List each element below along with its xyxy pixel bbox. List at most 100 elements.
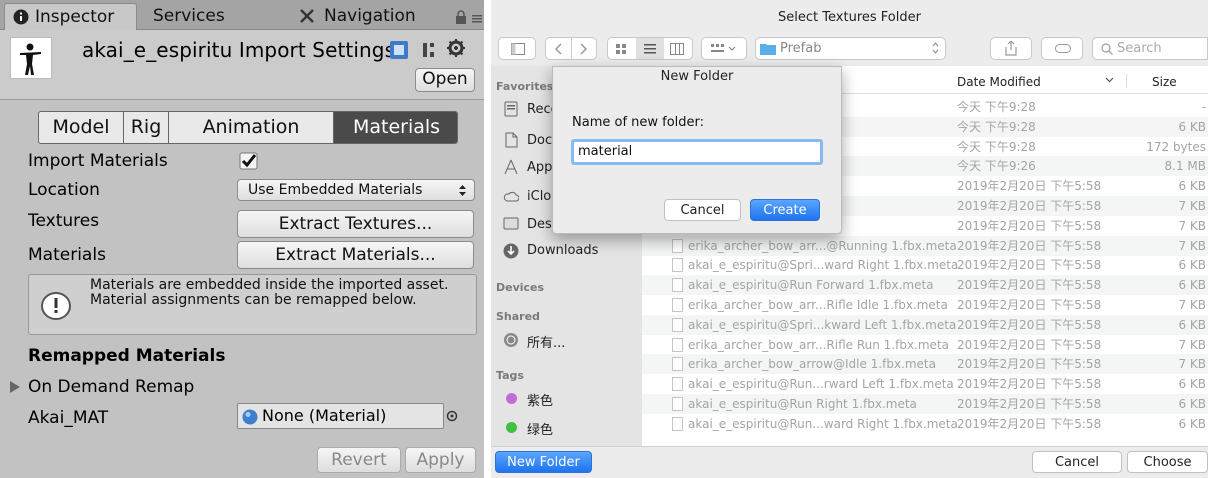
sidebar-item-label: 绿色 (527, 423, 554, 438)
info-icon (13, 9, 29, 25)
import-settings-tabs: Model Rig Animation Materials (38, 111, 458, 144)
file-date: 2019年2月20日 下午5:58 (957, 298, 1102, 312)
lock-icon[interactable] (455, 10, 467, 24)
open-button[interactable]: Open (415, 68, 475, 92)
back-icon[interactable] (554, 43, 562, 55)
panel-menu-icon[interactable] (470, 12, 482, 24)
applications-icon (503, 159, 519, 175)
file-row[interactable]: akai_e_espiritu@Run Forward 1.fbx.meta 20… (642, 275, 1208, 295)
group-by-button[interactable] (701, 37, 747, 60)
tab-materials[interactable]: Materials (334, 112, 457, 143)
tab-rig[interactable]: Rig (124, 112, 169, 143)
warning-icon (40, 291, 72, 321)
file-row[interactable]: akai_e_espiritu@Run...ward Right 1.fbx.m… (642, 414, 1208, 434)
file-date: 2019年2月20日 下午5:58 (957, 357, 1102, 371)
file-icon (672, 417, 683, 431)
sidebar-item-label: Doc (527, 133, 553, 148)
materials-label: Materials (28, 245, 106, 265)
search-field[interactable]: Search (1092, 37, 1208, 60)
folder-name-input[interactable]: material (571, 139, 823, 165)
location-popup[interactable]: Prefab (755, 37, 946, 60)
file-size: 7 KB (1178, 199, 1206, 213)
location-dropdown[interactable]: Use Embedded Materials (237, 179, 475, 201)
file-row[interactable]: erika_archer_bow_arr...@Running 1.fbx.me… (642, 236, 1208, 256)
file-size: 6 KB (1178, 417, 1206, 431)
popup-arrows-icon (932, 42, 939, 54)
share-button[interactable] (990, 37, 1032, 60)
list-view-icon[interactable] (636, 38, 664, 59)
file-name: erika_archer_bow_arr...@Running 1.fbx.me… (688, 239, 957, 253)
revert-button[interactable]: Revert (317, 447, 401, 473)
extract-materials-button[interactable]: Extract Materials... (237, 241, 474, 269)
file-row[interactable]: akai_e_espiritu@Spri...ward Right 1.fbx.… (642, 255, 1208, 275)
file-size: - (1201, 100, 1206, 114)
file-icon (672, 357, 683, 371)
file-size: 7 KB (1178, 338, 1206, 352)
extract-textures-button[interactable]: Extract Textures... (237, 210, 474, 238)
preset-icon[interactable] (421, 40, 441, 60)
tab-services[interactable]: Services (141, 3, 251, 30)
file-size: 172 bytes (1146, 140, 1206, 154)
file-row[interactable]: erika_archer_bow_arr...Rifle Idle 1.fbx.… (642, 295, 1208, 315)
file-size: 7 KB (1178, 219, 1206, 233)
navigation-icon (300, 9, 314, 23)
file-date: 2019年2月20日 下午5:58 (957, 397, 1102, 411)
divider (571, 38, 572, 59)
network-icon (503, 332, 519, 348)
create-button[interactable]: Create (750, 199, 820, 221)
column-size[interactable]: Size (1152, 75, 1177, 89)
file-row[interactable]: akai_e_espiritu@Run Right 1.fbx.meta 2019… (642, 394, 1208, 414)
dropdown-arrows-icon (459, 185, 466, 196)
file-date: 今天 下午9:28 (957, 140, 1036, 154)
icon-view-icon[interactable] (615, 43, 627, 55)
tab-navigation[interactable]: Navigation (300, 3, 430, 30)
sheet-cancel-button[interactable]: Cancel (664, 199, 741, 221)
tab-inspector[interactable]: Inspector (4, 3, 137, 30)
column-date-modified[interactable]: Date Modified (957, 75, 1041, 89)
material-object-field[interactable]: None (Material) (237, 403, 444, 429)
file-row[interactable]: erika_archer_bow_arrow@Idle 1.fbx.meta 20… (642, 354, 1208, 374)
cancel-button[interactable]: Cancel (1032, 451, 1122, 473)
file-size: 7 KB (1178, 298, 1206, 312)
file-date: 今天 下午9:28 (957, 120, 1036, 134)
help-text: Materials are embedded inside the import… (90, 277, 449, 308)
tab-inspector-label: Inspector (35, 7, 115, 27)
forward-icon[interactable] (580, 43, 588, 55)
group-icon (710, 43, 738, 55)
nav-buttons (545, 37, 597, 60)
import-materials-checkbox[interactable] (239, 152, 259, 170)
file-icon (672, 338, 683, 352)
import-materials-label: Import Materials (28, 151, 168, 171)
file-name: akai_e_espiritu@Run Right 1.fbx.meta (688, 397, 917, 411)
file-size: 8.1 MB (1164, 159, 1206, 173)
choose-button[interactable]: Choose (1127, 451, 1208, 473)
file-icon (672, 377, 683, 391)
sidebar-toggle-button[interactable] (498, 37, 536, 60)
on-demand-remap-foldout[interactable]: On Demand Remap (28, 377, 194, 397)
tab-animation[interactable]: Animation (169, 112, 334, 143)
search-placeholder: Search (1117, 41, 1162, 56)
gear-icon[interactable] (446, 38, 468, 60)
file-date: 今天 下午9:26 (957, 159, 1036, 173)
material-sphere-icon (242, 409, 258, 425)
file-row[interactable]: erika_archer_bow_arr...Rifle Run 1.fbx.m… (642, 335, 1208, 355)
dialog-title: Select Textures Folder (778, 10, 921, 25)
file-row[interactable]: akai_e_espiritu@Spri...kward Left 1.fbx.… (642, 315, 1208, 335)
sidebar-item-label: 紫色 (527, 394, 554, 409)
object-picker-icon[interactable] (446, 410, 458, 422)
expand-arrow-icon[interactable] (10, 381, 20, 393)
file-row[interactable]: akai_e_espiritu@Run...rward Left 1.fbx.m… (642, 374, 1208, 394)
new-folder-button[interactable]: New Folder (495, 451, 592, 473)
tag-dot-icon (506, 422, 517, 433)
share-icon (1005, 41, 1017, 56)
column-view-icon[interactable] (670, 43, 684, 55)
sheet-title: New Folder (660, 69, 734, 84)
tag-button[interactable] (1041, 37, 1083, 60)
tab-model[interactable]: Model (39, 112, 124, 143)
sidebar-item-label: 所有... (527, 336, 566, 351)
help-book-icon[interactable] (389, 40, 409, 60)
recents-icon (503, 101, 519, 117)
apply-button[interactable]: Apply (405, 447, 476, 473)
sort-chevron-icon (1105, 75, 1114, 84)
favorites-heading: Favorites (496, 80, 554, 93)
